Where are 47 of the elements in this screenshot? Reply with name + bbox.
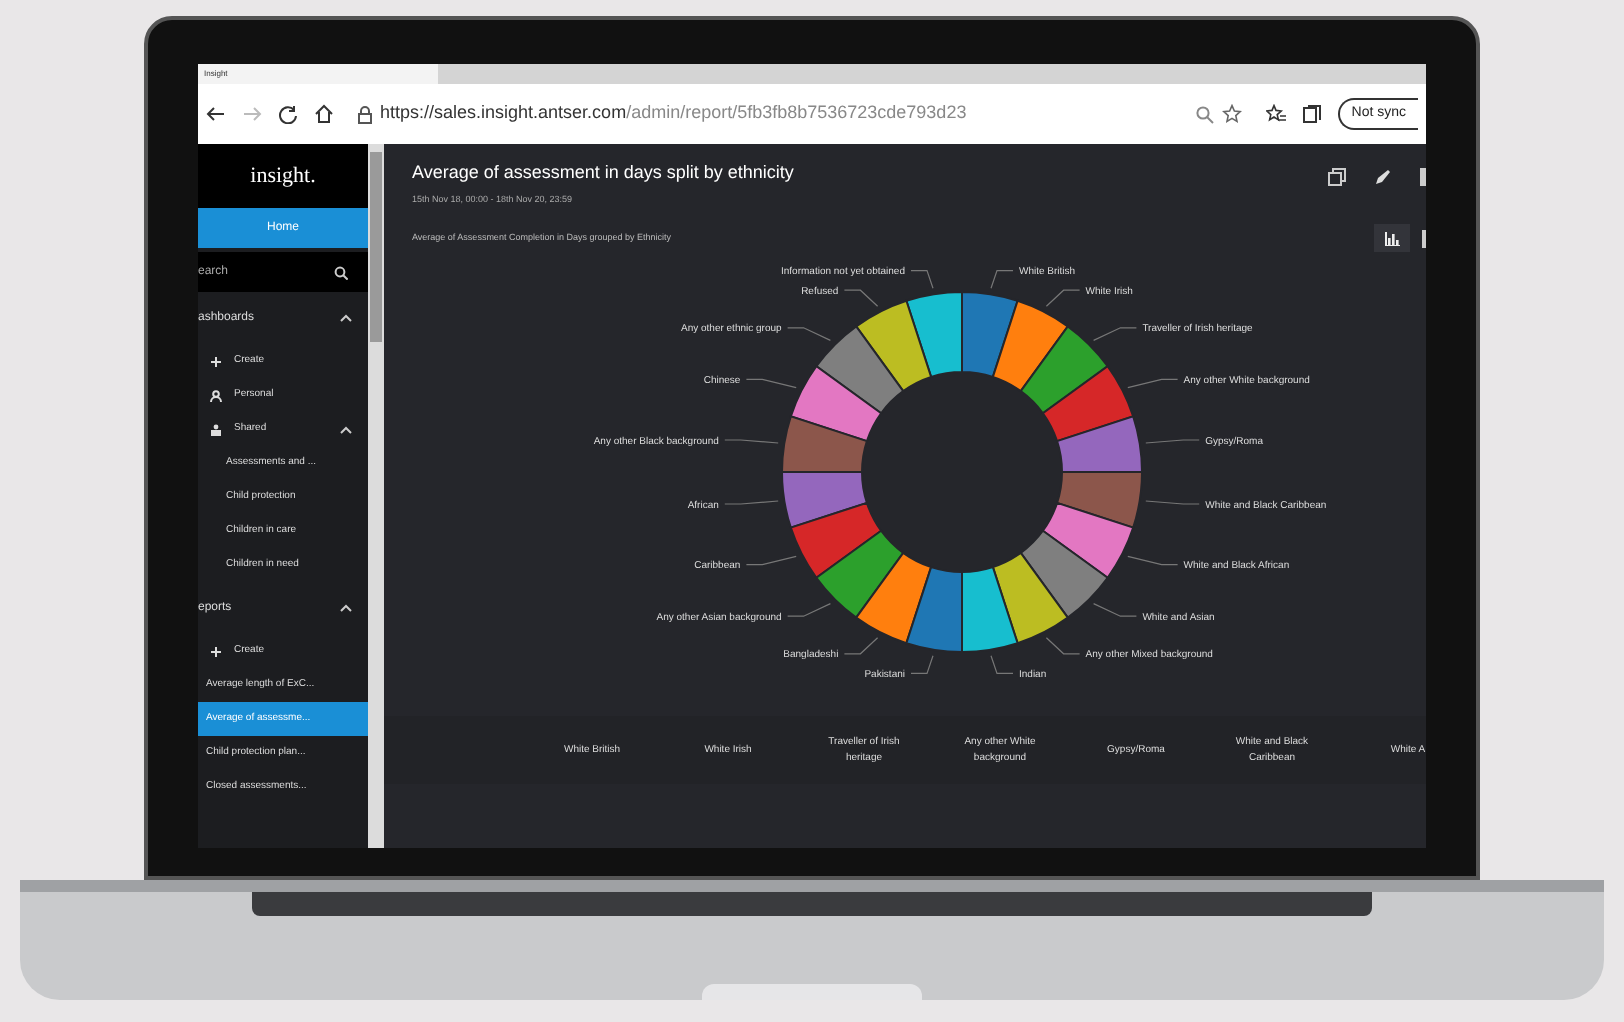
home-icon[interactable] bbox=[314, 104, 334, 124]
scrollbar[interactable] bbox=[368, 144, 384, 848]
star-icon[interactable] bbox=[1221, 104, 1242, 124]
chart-type-button[interactable] bbox=[1374, 224, 1410, 252]
report-title: Average of assessment in days split by ethnicity bbox=[412, 160, 794, 186]
collections-icon[interactable] bbox=[1301, 104, 1322, 124]
leader-line bbox=[787, 327, 831, 341]
leader-line bbox=[1127, 378, 1179, 389]
leader-line bbox=[1093, 327, 1137, 341]
leader-line bbox=[910, 270, 934, 289]
address-bar[interactable]: https://sales.insight.antser.com/admin/report/5fb3fb8b7536723cde793d23 bbox=[350, 94, 1250, 134]
refresh-icon[interactable] bbox=[278, 104, 298, 124]
leader-line bbox=[1145, 500, 1200, 505]
leader-line bbox=[910, 655, 934, 674]
leader-line bbox=[1045, 637, 1081, 655]
search-icon bbox=[334, 265, 348, 279]
bar-chart-icon bbox=[1384, 231, 1400, 245]
chevron-up-icon[interactable] bbox=[340, 604, 352, 612]
leader-line bbox=[724, 500, 779, 505]
pencil-icon[interactable] bbox=[1374, 168, 1392, 186]
leader-line bbox=[745, 555, 797, 566]
leader-line bbox=[745, 378, 797, 389]
zoom-icon[interactable] bbox=[1195, 105, 1214, 123]
leader-line bbox=[1145, 439, 1200, 444]
chevron-up-icon[interactable] bbox=[340, 425, 352, 433]
copy-icon[interactable] bbox=[1328, 168, 1346, 186]
chevron-up-icon[interactable] bbox=[340, 314, 352, 322]
plus-icon bbox=[210, 645, 222, 657]
people-icon bbox=[210, 423, 222, 435]
scrollbar-thumb[interactable] bbox=[370, 152, 382, 342]
leader-line bbox=[1127, 555, 1179, 566]
plus-icon bbox=[210, 355, 222, 367]
person-icon bbox=[210, 389, 222, 401]
leader-line bbox=[1093, 603, 1137, 617]
favorites-icon[interactable] bbox=[1265, 104, 1286, 124]
leader-line bbox=[990, 655, 1014, 674]
leader-line bbox=[1045, 289, 1081, 307]
leader-line bbox=[787, 603, 831, 617]
lock-icon bbox=[358, 105, 372, 123]
leader-line bbox=[724, 439, 779, 444]
leader-line bbox=[843, 289, 879, 307]
back-icon[interactable] bbox=[206, 106, 226, 122]
leader-line bbox=[990, 270, 1014, 289]
leader-line bbox=[843, 637, 879, 655]
toolbar-edge bbox=[1422, 229, 1426, 247]
url-text: https://sales.insight.antser.com/admin/report/5fb3fb8b7536723cde793d23 bbox=[380, 100, 967, 127]
logo-text: insight. bbox=[250, 161, 316, 192]
